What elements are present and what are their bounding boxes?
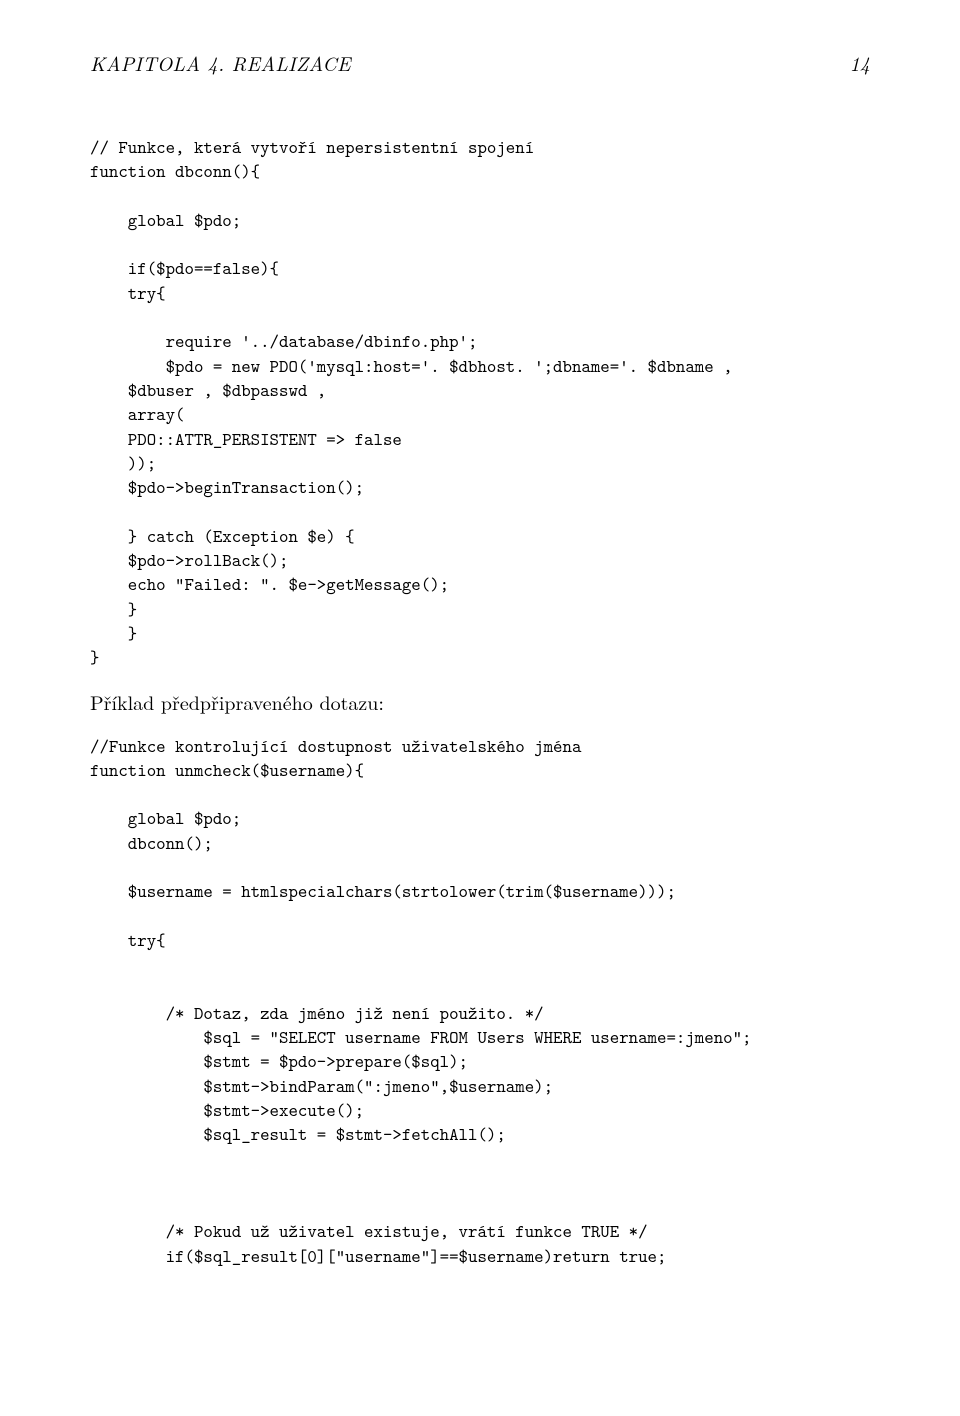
page-number: 14: [850, 48, 870, 77]
chapter-title: KAPITOLA 4. REALIZACE: [90, 48, 351, 77]
running-header: KAPITOLA 4. REALIZACE 14: [90, 48, 870, 77]
code-listing-dbconn: // Funkce, která vytvoří nepersistentní …: [90, 135, 870, 670]
page: KAPITOLA 4. REALIZACE 14 // Funkce, kter…: [0, 0, 960, 1416]
code-listing-unmcheck: //Funkce kontrolující dostupnost uživate…: [90, 734, 870, 1269]
paragraph-intro-prepared-query: Příklad předpřipraveného dotazu:: [90, 688, 870, 716]
